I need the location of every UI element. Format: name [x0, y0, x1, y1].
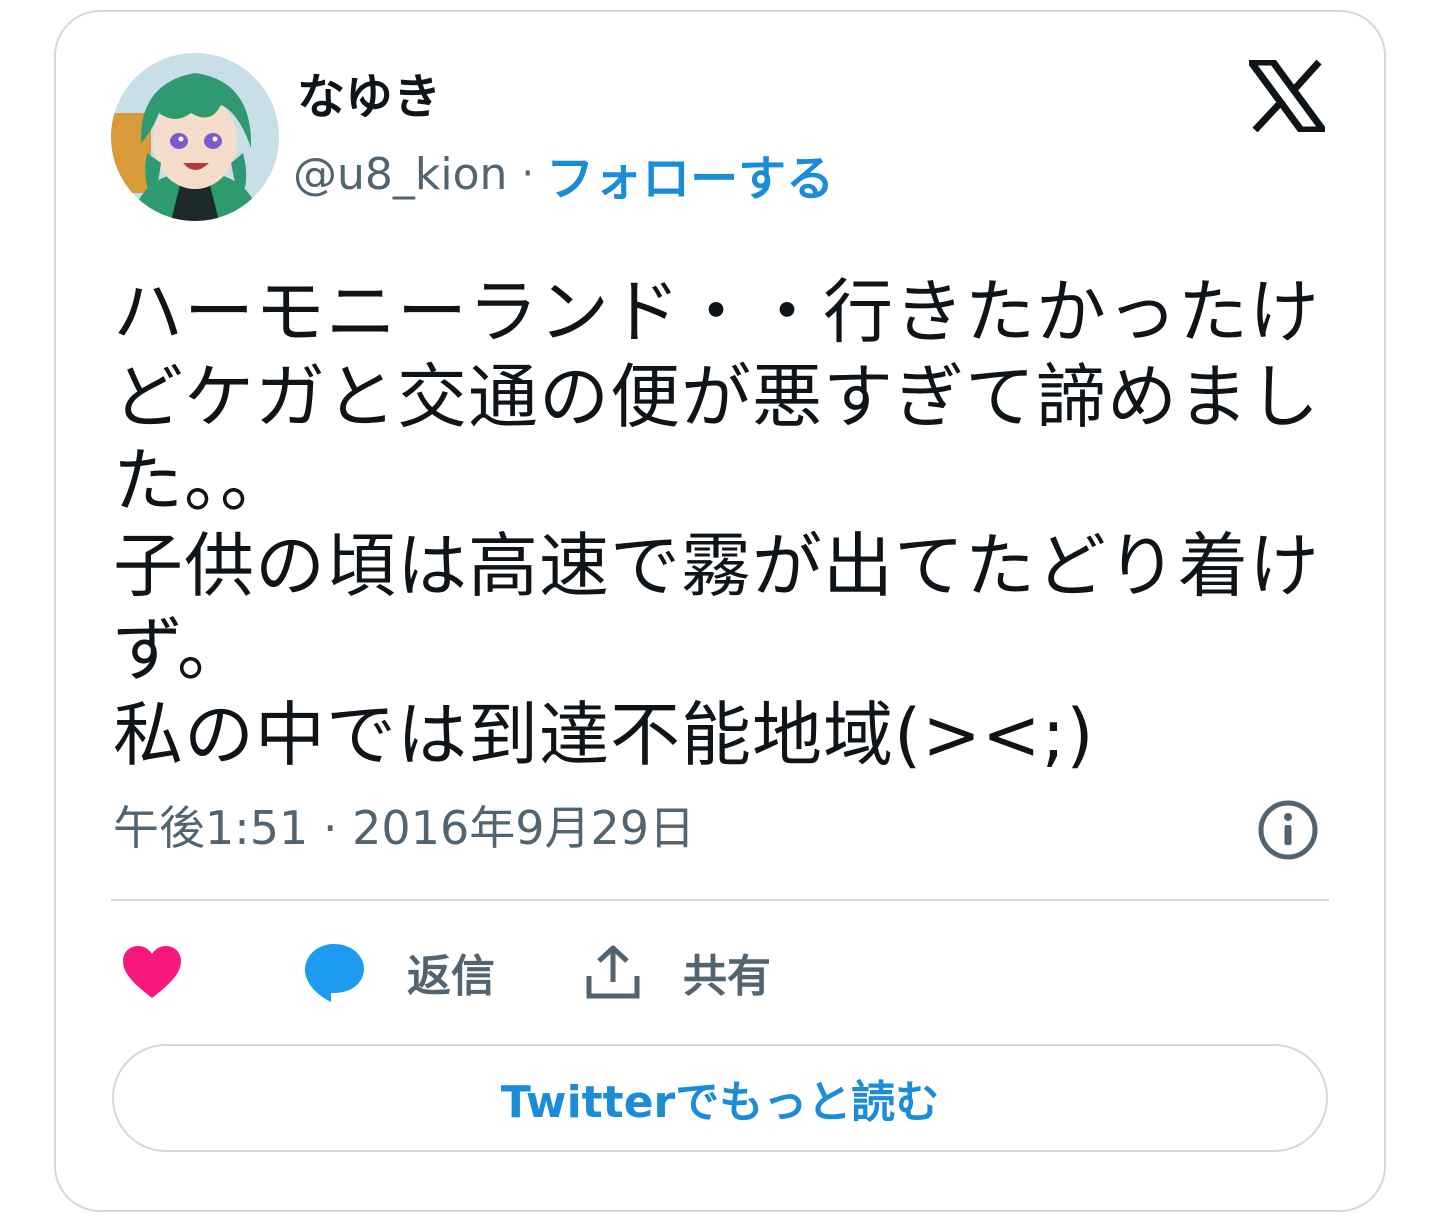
tweet-line: 子供の頃は高速で霧が出てたどり着け — [113, 524, 1320, 607]
reply-button[interactable]: 返信 — [301, 940, 495, 1004]
upload-share-icon — [586, 945, 640, 999]
tweet-line: ハーモニーランド・・行きたかったけ — [113, 271, 1320, 353]
share-button[interactable]: 共有 — [583, 940, 771, 1004]
author-handle[interactable]: @u8_kion — [293, 149, 507, 200]
author-display-name[interactable]: なゆき — [297, 66, 441, 128]
tweet-line: た。。 — [113, 440, 291, 522]
tweet-line: ず。 — [113, 609, 248, 691]
read-more-button[interactable]: Twitterでもっと読む — [112, 1044, 1328, 1152]
heart-icon — [123, 946, 181, 998]
speech-bubble-icon — [304, 944, 364, 1002]
avatar[interactable] — [111, 53, 279, 221]
tweet-line: どケガと交通の便が悪すぎて諦めまし — [113, 355, 1320, 438]
like-button[interactable] — [121, 940, 183, 1004]
tweet-text: ハーモニーランド・・行きたかったけ どケガと交通の便が悪すぎて諦めまし た。。 … — [113, 270, 1343, 777]
follow-button[interactable]: フォローする — [546, 139, 834, 209]
info-icon[interactable] — [1256, 798, 1320, 862]
tweet-timestamp[interactable]: 午後1:51 · 2016年9月29日 — [113, 796, 695, 860]
divider — [111, 899, 1329, 901]
avatar-image — [111, 53, 279, 221]
separator-dot: · — [521, 151, 535, 197]
x-logo-icon[interactable] — [1249, 60, 1325, 132]
tweet-line: 私の中では到達不能地域(><;) — [113, 693, 1095, 776]
share-label: 共有 — [683, 951, 771, 1002]
reply-label: 返信 — [407, 951, 495, 1002]
author-handle-row: @u8_kion · フォローする — [293, 144, 834, 208]
